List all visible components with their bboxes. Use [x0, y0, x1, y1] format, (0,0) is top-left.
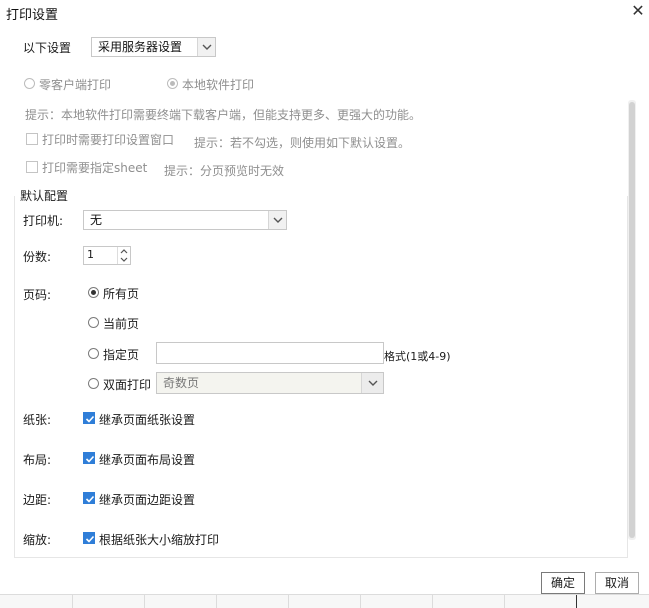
local-software-radio[interactable] — [167, 78, 178, 89]
duplex-select[interactable]: 奇数页 — [156, 372, 384, 394]
copies-value[interactable]: 1 — [87, 248, 94, 261]
zero-client-label: 零客户端打印 — [39, 78, 112, 92]
close-icon[interactable]: ✕ — [630, 2, 646, 20]
pages-specify-label: 指定页 — [103, 348, 140, 362]
layout-checkbox[interactable] — [83, 452, 95, 464]
local-print-hint: 提示：本地软件打印需要终端下载客户端，但能支持更多、更强大的功能。 — [25, 108, 422, 122]
show-dialog-checkbox[interactable] — [26, 133, 38, 145]
specify-sheet-checkbox[interactable] — [26, 161, 38, 173]
chevron-up-icon[interactable] — [118, 247, 130, 255]
settings-label: 以下设置 — [23, 41, 72, 55]
pages-current-label: 当前页 — [103, 317, 140, 331]
printer-label: 打印机: — [23, 214, 64, 228]
pages-label: 页码: — [23, 288, 52, 302]
paper-option-label: 继承页面纸张设置 — [99, 413, 196, 427]
copies-stepper[interactable]: 1 — [83, 246, 131, 265]
duplex-select-value: 奇数页 — [163, 376, 200, 390]
dialog-title: 打印设置 — [6, 8, 59, 23]
pages-all-label: 所有页 — [103, 287, 140, 301]
checkmark-icon — [85, 495, 95, 503]
printer-select[interactable]: 无 — [83, 210, 287, 230]
pages-specify-radio[interactable] — [88, 348, 99, 359]
margin-option-label: 继承页面边距设置 — [99, 493, 196, 507]
title-bar — [0, 0, 649, 26]
margin-label: 边距: — [23, 493, 52, 507]
checkmark-icon — [85, 535, 95, 543]
show-dialog-label: 打印时需要打印设置窗口 — [42, 133, 175, 147]
layout-option-label: 继承页面布局设置 — [99, 453, 196, 467]
margin-checkbox[interactable] — [83, 492, 95, 504]
chevron-down-icon — [197, 38, 215, 56]
chevron-down-icon — [268, 211, 286, 229]
specify-sheet-label: 打印需要指定sheet — [42, 161, 148, 175]
specify-sheet-hint: 提示：分页预览时无效 — [164, 164, 285, 178]
local-software-label: 本地软件打印 — [182, 78, 255, 92]
chevron-down-icon[interactable] — [118, 255, 130, 263]
pages-all-radio[interactable] — [88, 287, 99, 298]
cancel-button[interactable]: 取消 — [595, 572, 639, 594]
show-dialog-hint: 提示：若不勾选，则使用如下默认设置。 — [194, 136, 411, 150]
checkmark-icon — [85, 455, 95, 463]
chevron-down-icon — [361, 373, 383, 393]
scale-checkbox[interactable] — [83, 532, 95, 544]
settings-select[interactable]: 采用服务器设置 — [91, 37, 216, 57]
pages-format-hint: 格式(1或4-9) — [384, 350, 451, 363]
pages-duplex-radio[interactable] — [88, 378, 99, 389]
paper-checkbox[interactable] — [83, 412, 95, 424]
ok-button[interactable]: 确定 — [541, 572, 585, 594]
default-config-title: 默认配置 — [20, 189, 69, 203]
scrollbar-thumb[interactable] — [629, 102, 635, 538]
settings-select-value: 采用服务器设置 — [98, 40, 183, 54]
pages-current-radio[interactable] — [88, 317, 99, 328]
printer-select-value: 无 — [90, 213, 103, 227]
checkmark-icon — [85, 415, 95, 423]
layout-label: 布局: — [23, 453, 52, 467]
paper-label: 纸张: — [23, 413, 52, 427]
zero-client-radio[interactable] — [24, 78, 35, 89]
pages-duplex-label: 双面打印 — [103, 378, 152, 392]
copies-label: 份数: — [23, 250, 52, 264]
background-sheet-strip — [0, 594, 649, 608]
pages-specify-input[interactable] — [156, 342, 384, 364]
scale-label: 缩放: — [23, 533, 52, 547]
scale-option-label: 根据纸张大小缩放打印 — [99, 533, 220, 547]
